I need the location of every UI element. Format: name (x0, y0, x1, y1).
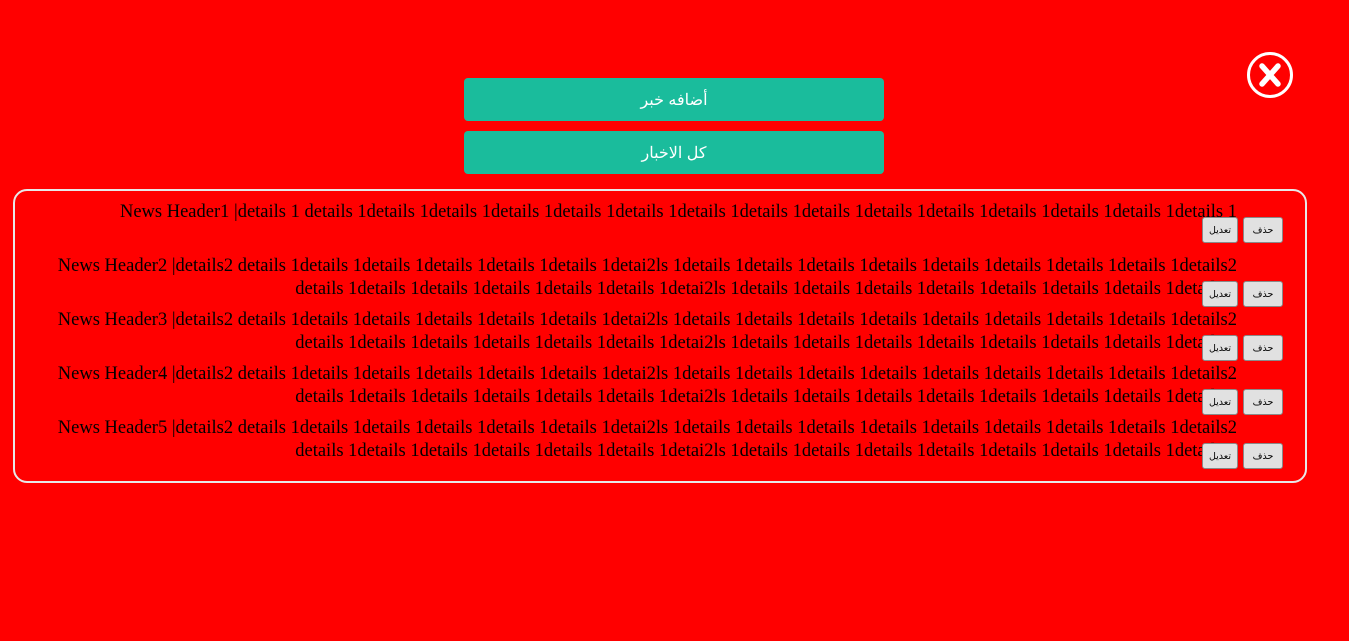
delete-button[interactable]: حذف (1243, 335, 1283, 361)
news-item-4: News Header4 |details2 details 1details … (25, 363, 1283, 417)
page: أضافه خبر كل الاخبار News Header1 |detai… (0, 0, 1349, 641)
news-item-actions: تعديل حذف (1202, 217, 1283, 243)
news-list: News Header1 |details 1 details 1details… (13, 189, 1307, 483)
all-news-button[interactable]: كل الاخبار (464, 131, 884, 174)
add-news-button[interactable]: أضافه خبر (464, 78, 884, 121)
close-button[interactable] (1247, 52, 1293, 98)
news-item-actions: تعديل حذف (1202, 443, 1283, 469)
news-item-1: News Header1 |details 1 details 1details… (25, 201, 1283, 245)
news-item-5: News Header5 |details2 details 1details … (25, 417, 1283, 471)
news-item-2: News Header2 |details2 details 1details … (25, 255, 1283, 309)
close-icon (1259, 63, 1281, 87)
delete-button[interactable]: حذف (1243, 217, 1283, 243)
news-item-text: News Header1 |details 1 details 1details… (119, 202, 1237, 222)
news-item-text: News Header2 |details2 details 1details … (57, 256, 1237, 299)
news-item-3: News Header3 |details2 details 1details … (25, 309, 1283, 363)
news-item-actions: تعديل حذف (1202, 389, 1283, 415)
news-item-actions: تعديل حذف (1202, 281, 1283, 307)
edit-button[interactable]: تعديل (1202, 335, 1238, 361)
delete-button[interactable]: حذف (1243, 389, 1283, 415)
news-item-text: News Header3 |details2 details 1details … (57, 310, 1237, 353)
news-item-text: News Header4 |details2 details 1details … (57, 364, 1237, 407)
edit-button[interactable]: تعديل (1202, 217, 1238, 243)
edit-button[interactable]: تعديل (1202, 443, 1238, 469)
news-item-actions: تعديل حذف (1202, 335, 1283, 361)
edit-button[interactable]: تعديل (1202, 389, 1238, 415)
delete-button[interactable]: حذف (1243, 281, 1283, 307)
delete-button[interactable]: حذف (1243, 443, 1283, 469)
edit-button[interactable]: تعديل (1202, 281, 1238, 307)
news-item-text: News Header5 |details2 details 1details … (57, 418, 1237, 461)
